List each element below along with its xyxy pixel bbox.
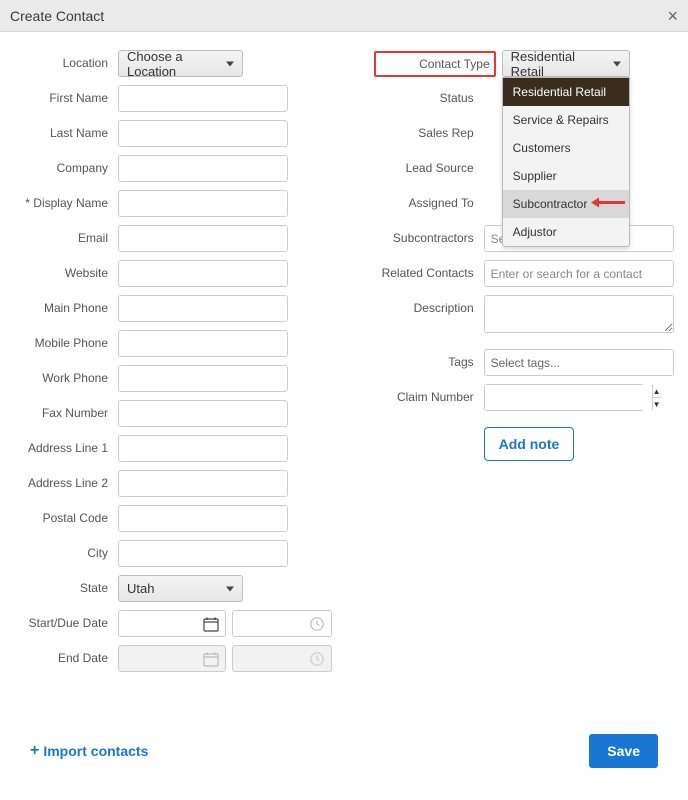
display-name-label: * Display Name bbox=[8, 190, 118, 217]
dropdown-option-subcontractor[interactable]: Subcontractor bbox=[503, 190, 629, 218]
modal-header: Create Contact × bbox=[0, 0, 688, 32]
start-date-label: Start/Due Date bbox=[8, 610, 118, 637]
city-input[interactable] bbox=[118, 540, 288, 567]
company-input[interactable] bbox=[118, 155, 288, 182]
related-contacts-input[interactable] bbox=[484, 260, 674, 287]
tags-input[interactable]: Select tags... bbox=[484, 349, 674, 376]
lead-source-label: Lead Source bbox=[374, 155, 484, 182]
dropdown-option-adjustor[interactable]: Adjustor bbox=[503, 218, 629, 246]
addr1-label: Address Line 1 bbox=[8, 435, 118, 462]
calendar-icon bbox=[203, 616, 219, 632]
display-name-input[interactable] bbox=[118, 190, 288, 217]
state-select[interactable]: Utah bbox=[118, 575, 243, 602]
fax-input[interactable] bbox=[118, 400, 288, 427]
add-note-button[interactable]: Add note bbox=[484, 427, 575, 461]
dropdown-option-supplier[interactable]: Supplier bbox=[503, 162, 629, 190]
stepper-up-icon[interactable]: ▲ bbox=[653, 385, 661, 398]
assigned-to-label: Assigned To bbox=[374, 190, 484, 217]
end-date-input[interactable] bbox=[118, 645, 226, 672]
mobile-phone-label: Mobile Phone bbox=[8, 330, 118, 357]
end-time-input[interactable] bbox=[232, 645, 332, 672]
mobile-phone-input[interactable] bbox=[118, 330, 288, 357]
modal-body: Location Choose a Location First Name La… bbox=[0, 32, 688, 800]
start-time-input[interactable] bbox=[232, 610, 332, 637]
chevron-down-icon bbox=[613, 61, 621, 66]
location-select[interactable]: Choose a Location bbox=[118, 50, 243, 77]
dropdown-option-residential-retail[interactable]: Residential Retail bbox=[503, 78, 629, 106]
description-textarea[interactable] bbox=[484, 295, 674, 333]
sales-rep-label: Sales Rep bbox=[374, 120, 484, 147]
import-contacts-label: Import contacts bbox=[43, 743, 148, 759]
subcontractors-label: Subcontractors bbox=[374, 225, 484, 252]
arrow-left-icon bbox=[591, 197, 625, 212]
contact-type-label: Contact Type bbox=[380, 55, 490, 73]
claim-number-input[interactable] bbox=[485, 385, 652, 410]
dropdown-option-customers[interactable]: Customers bbox=[503, 134, 629, 162]
contact-type-value: Residential Retail bbox=[511, 49, 605, 79]
contact-type-select[interactable]: Residential Retail bbox=[502, 50, 630, 77]
plus-icon: + bbox=[30, 742, 39, 760]
email-input[interactable] bbox=[118, 225, 288, 252]
company-label: Company bbox=[8, 155, 118, 182]
clock-icon bbox=[309, 616, 325, 632]
first-name-label: First Name bbox=[8, 85, 118, 112]
contact-type-dropdown: Residential Retail Service & Repairs Cus… bbox=[502, 77, 630, 247]
close-icon[interactable]: × bbox=[667, 6, 678, 27]
claim-number-label: Claim Number bbox=[374, 384, 484, 411]
end-date-label: End Date bbox=[8, 645, 118, 672]
related-contacts-label: Related Contacts bbox=[374, 260, 484, 287]
addr2-label: Address Line 2 bbox=[8, 470, 118, 497]
chevron-down-icon bbox=[226, 586, 234, 591]
state-label: State bbox=[8, 575, 118, 602]
main-phone-label: Main Phone bbox=[8, 295, 118, 322]
work-phone-input[interactable] bbox=[118, 365, 288, 392]
postal-label: Postal Code bbox=[8, 505, 118, 532]
right-column: Contact Type Residential Retail Resident… bbox=[374, 50, 680, 680]
last-name-label: Last Name bbox=[8, 120, 118, 147]
postal-input[interactable] bbox=[118, 505, 288, 532]
email-label: Email bbox=[8, 225, 118, 252]
first-name-input[interactable] bbox=[118, 85, 288, 112]
tags-label: Tags bbox=[374, 349, 484, 376]
stepper-down-icon[interactable]: ▼ bbox=[653, 398, 661, 410]
save-button[interactable]: Save bbox=[589, 734, 658, 768]
work-phone-label: Work Phone bbox=[8, 365, 118, 392]
main-phone-input[interactable] bbox=[118, 295, 288, 322]
addr2-input[interactable] bbox=[118, 470, 288, 497]
fax-label: Fax Number bbox=[8, 400, 118, 427]
website-input[interactable] bbox=[118, 260, 288, 287]
tags-placeholder: Select tags... bbox=[491, 356, 560, 370]
dropdown-option-service-repairs[interactable]: Service & Repairs bbox=[503, 106, 629, 134]
location-label: Location bbox=[8, 50, 118, 77]
left-column: Location Choose a Location First Name La… bbox=[8, 50, 374, 680]
dropdown-option-label: Subcontractor bbox=[513, 197, 588, 211]
status-label: Status bbox=[374, 85, 484, 112]
calendar-icon bbox=[203, 651, 219, 667]
import-contacts-link[interactable]: + Import contacts bbox=[30, 742, 148, 760]
modal-title: Create Contact bbox=[10, 8, 104, 24]
chevron-down-icon bbox=[226, 61, 234, 66]
addr1-input[interactable] bbox=[118, 435, 288, 462]
city-label: City bbox=[8, 540, 118, 567]
modal-footer: + Import contacts Save bbox=[30, 734, 658, 768]
start-date-input[interactable] bbox=[118, 610, 226, 637]
state-value: Utah bbox=[127, 581, 154, 596]
claim-number-stepper[interactable]: ▲ ▼ bbox=[484, 384, 644, 411]
contact-type-highlight: Contact Type bbox=[374, 51, 496, 77]
description-label: Description bbox=[374, 295, 484, 322]
last-name-input[interactable] bbox=[118, 120, 288, 147]
create-contact-modal: Create Contact × Location Choose a Locat… bbox=[0, 0, 688, 800]
clock-icon bbox=[309, 651, 325, 667]
location-value: Choose a Location bbox=[127, 49, 218, 79]
website-label: Website bbox=[8, 260, 118, 287]
